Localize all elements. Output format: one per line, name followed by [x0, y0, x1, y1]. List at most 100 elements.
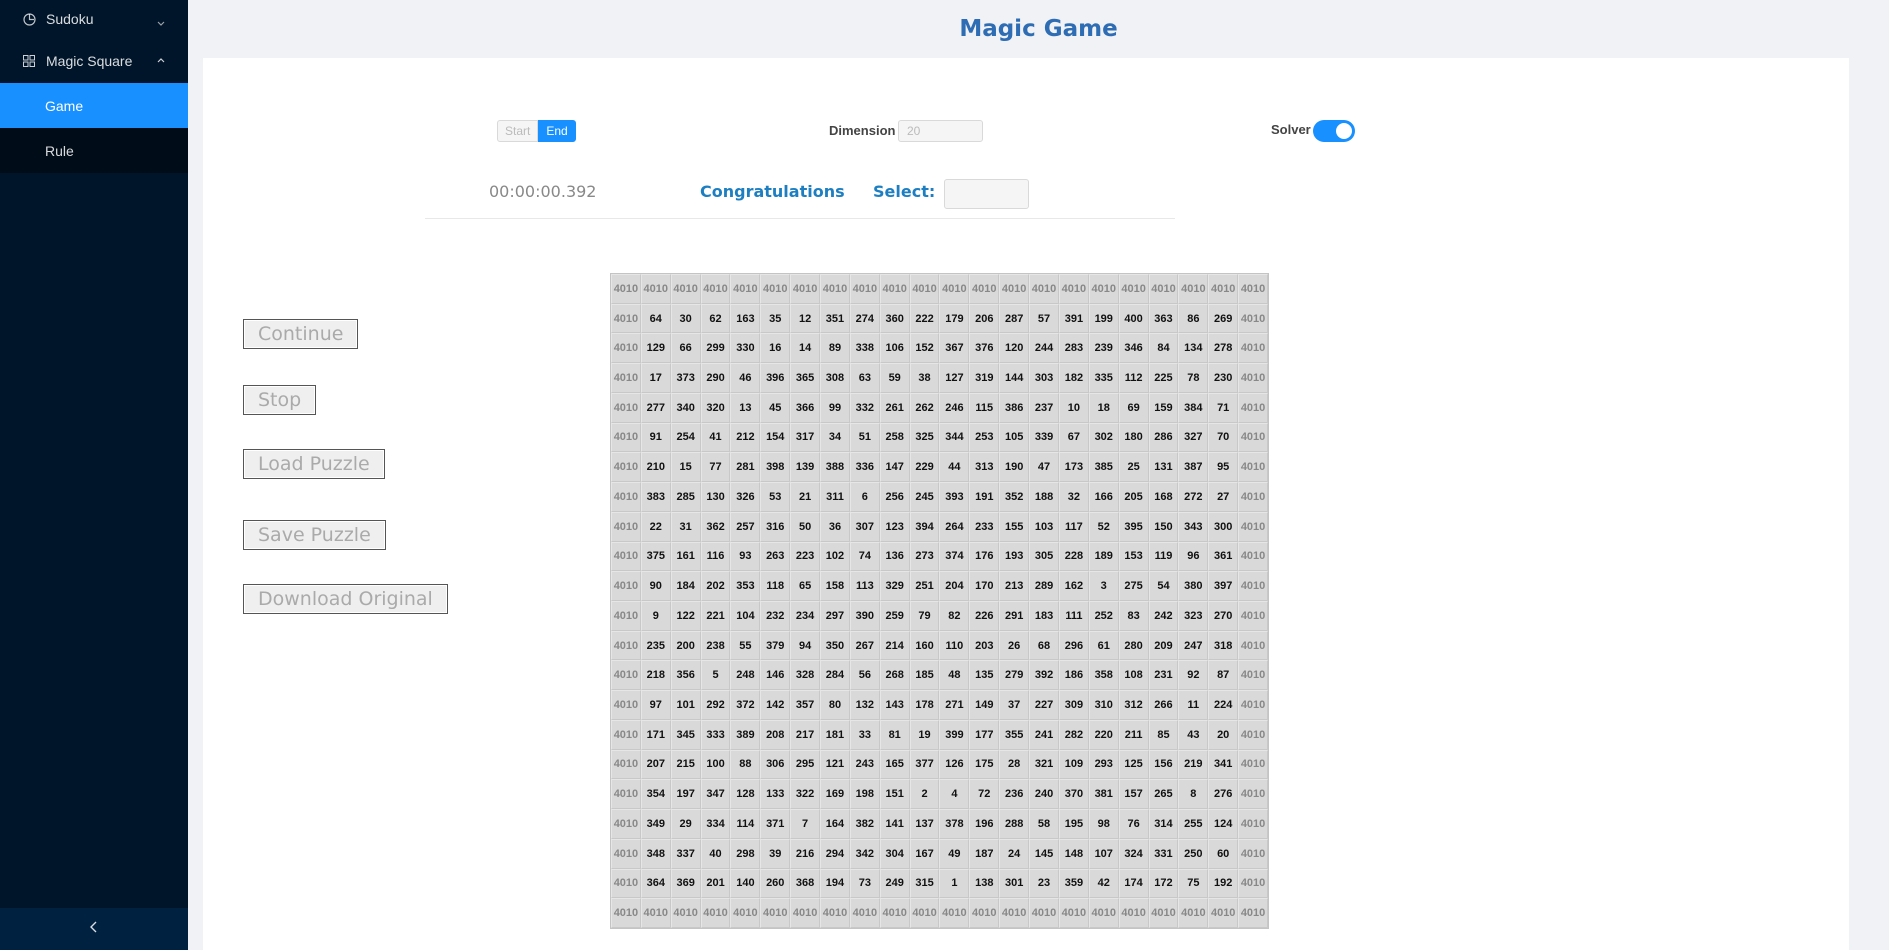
grid-cell[interactable]: 280	[1118, 630, 1149, 661]
grid-cell[interactable]: 263	[760, 541, 791, 572]
grid-cell[interactable]: 262	[909, 392, 940, 423]
grid-cell[interactable]: 334	[700, 809, 731, 839]
grid-cell[interactable]: 55	[730, 630, 761, 661]
grid-cell[interactable]: 314	[1148, 809, 1179, 839]
grid-cell[interactable]: 390	[849, 600, 880, 631]
grid-cell[interactable]: 227	[1029, 690, 1059, 720]
grid-cell[interactable]: 42	[1088, 868, 1119, 899]
grid-cell[interactable]: 222	[909, 303, 940, 334]
grid-cell[interactable]: 254	[670, 422, 701, 453]
grid-cell[interactable]: 56	[849, 660, 880, 691]
grid-cell[interactable]: 374	[939, 541, 970, 572]
grid-cell[interactable]: 160	[909, 630, 940, 661]
grid-cell[interactable]: 79	[909, 600, 940, 631]
grid-cell[interactable]: 205	[1118, 482, 1149, 512]
grid-cell[interactable]: 142	[760, 690, 791, 720]
grid-cell[interactable]: 392	[1029, 660, 1059, 691]
grid-cell[interactable]: 196	[969, 809, 1000, 839]
grid-cell[interactable]: 260	[760, 868, 791, 899]
grid-cell[interactable]: 175	[969, 749, 1000, 780]
grid-cell[interactable]: 34	[820, 422, 850, 453]
grid-cell[interactable]: 214	[879, 630, 910, 661]
grid-cell[interactable]: 340	[670, 392, 701, 423]
collapse-sidebar-button[interactable]	[0, 908, 188, 950]
menu-magic-square[interactable]: Magic Square	[0, 38, 188, 83]
grid-cell[interactable]: 143	[879, 690, 910, 720]
grid-cell[interactable]: 383	[640, 482, 671, 512]
grid-cell[interactable]: 112	[1118, 363, 1149, 393]
grid-cell[interactable]: 127	[939, 363, 970, 393]
grid-cell[interactable]: 169	[820, 779, 850, 810]
grid-cell[interactable]: 51	[849, 422, 880, 453]
grid-cell[interactable]: 108	[1118, 660, 1149, 691]
grid-cell[interactable]: 347	[700, 779, 731, 810]
grid-cell[interactable]: 345	[670, 719, 701, 750]
grid-cell[interactable]: 294	[820, 838, 850, 869]
grid-cell[interactable]: 311	[820, 482, 850, 512]
grid-cell[interactable]: 241	[1029, 719, 1059, 750]
grid-cell[interactable]: 75	[1178, 868, 1209, 899]
grid-cell[interactable]: 178	[909, 690, 940, 720]
grid-cell[interactable]: 384	[1178, 392, 1209, 423]
grid-cell[interactable]: 297	[820, 600, 850, 631]
grid-cell[interactable]: 139	[790, 452, 821, 483]
grid-cell[interactable]: 102	[820, 541, 850, 572]
grid-cell[interactable]: 120	[999, 333, 1030, 364]
grid-cell[interactable]: 197	[670, 779, 701, 810]
grid-cell[interactable]: 257	[730, 511, 761, 542]
grid-cell[interactable]: 45	[760, 392, 791, 423]
grid-cell[interactable]: 36	[820, 511, 850, 542]
grid-cell[interactable]: 231	[1148, 660, 1179, 691]
grid-cell[interactable]: 252	[1088, 600, 1119, 631]
select-dropdown[interactable]	[944, 179, 1029, 209]
grid-cell[interactable]: 19	[909, 719, 940, 750]
end-button[interactable]: End	[538, 120, 576, 142]
grid-cell[interactable]: 271	[939, 690, 970, 720]
grid-cell[interactable]: 24	[999, 838, 1030, 869]
grid-cell[interactable]: 265	[1148, 779, 1179, 810]
grid-cell[interactable]: 285	[670, 482, 701, 512]
grid-cell[interactable]: 354	[640, 779, 671, 810]
grid-cell[interactable]: 209	[1148, 630, 1179, 661]
grid-cell[interactable]: 291	[999, 600, 1030, 631]
grid-cell[interactable]: 134	[1178, 333, 1209, 364]
grid-cell[interactable]: 65	[790, 571, 821, 601]
grid-cell[interactable]: 200	[670, 630, 701, 661]
grid-cell[interactable]: 60	[1208, 838, 1239, 869]
grid-cell[interactable]: 240	[1029, 779, 1059, 810]
grid-cell[interactable]: 385	[1088, 452, 1119, 483]
grid-cell[interactable]: 343	[1178, 511, 1209, 542]
grid-cell[interactable]: 389	[730, 719, 761, 750]
grid-cell[interactable]: 14	[790, 333, 821, 364]
grid-cell[interactable]: 212	[730, 422, 761, 453]
grid-cell[interactable]: 90	[640, 571, 671, 601]
grid-cell[interactable]: 359	[1058, 868, 1089, 899]
grid-cell[interactable]: 99	[820, 392, 850, 423]
continue-button[interactable]: Continue	[243, 319, 359, 349]
grid-cell[interactable]: 86	[1178, 303, 1209, 334]
grid-cell[interactable]: 16	[760, 333, 791, 364]
grid-cell[interactable]: 85	[1148, 719, 1179, 750]
grid-cell[interactable]: 378	[939, 809, 970, 839]
solver-toggle[interactable]	[1313, 120, 1355, 142]
grid-cell[interactable]: 154	[760, 422, 791, 453]
grid-cell[interactable]: 32	[1058, 482, 1089, 512]
grid-cell[interactable]: 220	[1088, 719, 1119, 750]
grid-cell[interactable]: 251	[909, 571, 940, 601]
grid-cell[interactable]: 174	[1118, 868, 1149, 899]
grid-cell[interactable]: 357	[790, 690, 821, 720]
grid-cell[interactable]: 192	[1208, 868, 1239, 899]
grid-cell[interactable]: 95	[1208, 452, 1239, 483]
grid-cell[interactable]: 100	[700, 749, 731, 780]
grid-cell[interactable]: 253	[969, 422, 1000, 453]
grid-cell[interactable]: 259	[879, 600, 910, 631]
grid-cell[interactable]: 149	[969, 690, 1000, 720]
sidebar-item-game[interactable]: Game	[0, 83, 188, 128]
grid-cell[interactable]: 183	[1029, 600, 1059, 631]
grid-cell[interactable]: 111	[1058, 600, 1089, 631]
grid-cell[interactable]: 255	[1178, 809, 1209, 839]
grid-cell[interactable]: 80	[820, 690, 850, 720]
grid-cell[interactable]: 281	[730, 452, 761, 483]
grid-cell[interactable]: 219	[1178, 749, 1209, 780]
grid-cell[interactable]: 282	[1058, 719, 1089, 750]
